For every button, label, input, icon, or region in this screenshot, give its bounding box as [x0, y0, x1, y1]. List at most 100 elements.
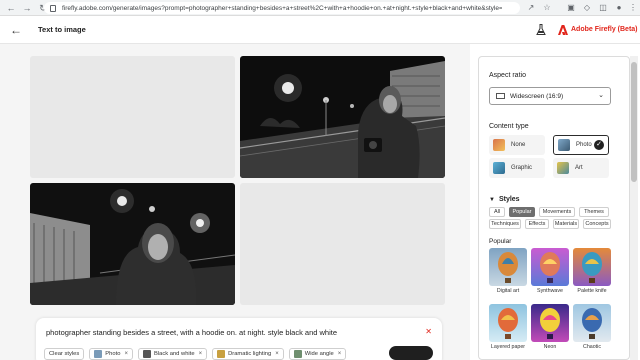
lighting-thumb-icon [217, 350, 226, 358]
widescreen-icon [496, 93, 505, 99]
style-card-digital-art[interactable]: Digital art [489, 248, 527, 294]
aspect-ratio-label: Aspect ratio [489, 72, 526, 79]
style-tab-all[interactable]: All [489, 207, 505, 217]
generate-button[interactable] [389, 346, 433, 360]
style-tab-movements[interactable]: Movements [539, 207, 575, 217]
content-type-label-text: Photo [576, 142, 592, 148]
tab-label: Popular [512, 209, 532, 215]
profile-icon[interactable]: ● [614, 3, 624, 13]
tab-label: All [493, 209, 501, 215]
chevron-down-icon: ⌄ [598, 92, 604, 99]
results-area: photographer standing besides a street, … [0, 44, 470, 360]
art-thumb-icon [557, 162, 569, 174]
style-caption: Digital art [496, 288, 520, 294]
style-card-chaotic[interactable]: Chaotic [573, 304, 611, 350]
chevron-down-icon: ▼ [489, 196, 495, 203]
tab-label: Effects [528, 221, 546, 227]
prompt-box: photographer standing besides a street, … [36, 318, 442, 360]
brand-name: Adobe Firefly (Beta) [571, 26, 638, 33]
chip-label: Wide angle [304, 351, 334, 357]
browser-forward-icon[interactable]: → [22, 3, 32, 13]
digital-art-thumb [489, 248, 527, 286]
scrollbar-thumb[interactable] [631, 62, 637, 182]
remove-chip-icon[interactable]: × [124, 351, 128, 357]
tab-label: Themes [584, 209, 604, 215]
extension-icon[interactable]: ▣ [566, 3, 576, 13]
panel-scrollbar[interactable] [630, 56, 638, 360]
aspect-ratio-value: Widescreen (16:9) [510, 92, 564, 100]
style-caption: Layered paper [490, 344, 526, 350]
sidebar-icon[interactable]: ◫ [598, 3, 608, 13]
aspect-ratio-select[interactable]: Widescreen (16:9) ⌄ [489, 87, 611, 105]
wide-angle-thumb-icon [293, 350, 302, 358]
bookmark-star-icon[interactable]: ☆ [542, 3, 552, 13]
tab-label: Techniques [491, 221, 519, 227]
chip-label: Clear styles [49, 351, 80, 357]
tab-label: Concepts [585, 221, 609, 227]
graphic-thumb-icon [493, 162, 505, 174]
style-tab-concepts[interactable]: Concepts [583, 219, 611, 229]
style-caption: Palette knife [577, 288, 607, 294]
beaker-icon[interactable] [536, 24, 546, 36]
style-chip-dramatic-lighting[interactable]: Dramatic lighting × [212, 348, 284, 360]
style-card-palette-knife[interactable]: Palette knife [573, 248, 611, 294]
synthwave-thumb [531, 248, 569, 286]
content-type-label-text: Graphic [511, 165, 533, 171]
address-bar[interactable]: firefly.adobe.com/generate/images?prompt… [44, 2, 520, 14]
photo-thumb-icon [94, 350, 103, 358]
clear-styles-button[interactable]: Clear styles [44, 348, 85, 360]
url-text: firefly.adobe.com/generate/images?prompt… [62, 4, 502, 12]
content-type-art[interactable]: Art [553, 158, 609, 178]
content-type-label-text: Art [575, 165, 583, 171]
clear-prompt-icon[interactable]: ✕ [425, 327, 432, 336]
popular-heading: Popular [489, 238, 512, 245]
style-caption: Synthwave [537, 288, 563, 294]
page-title: Text to image [38, 25, 86, 34]
style-tab-popular[interactable]: Popular [509, 207, 535, 217]
bw-thumb-icon [142, 350, 151, 358]
image-placeholder-4[interactable] [240, 183, 445, 305]
prompt-input[interactable]: photographer standing besides a street, … [46, 328, 337, 337]
style-card-layered-paper[interactable]: Layered paper [489, 304, 527, 350]
share-icon[interactable]: ↗ [526, 3, 536, 13]
none-thumb-icon [493, 139, 505, 151]
content-type-photo[interactable]: Photo ✓ [553, 135, 609, 155]
content-type-label: Content type [489, 123, 529, 130]
checkmark-icon: ✓ [594, 140, 604, 150]
generated-image-2[interactable] [240, 56, 445, 178]
style-caption: Chaotic [583, 344, 601, 350]
photo-thumb-icon [558, 139, 570, 151]
image-placeholder-1[interactable] [30, 56, 235, 178]
style-chip-photo[interactable]: Photo × [89, 348, 133, 360]
adobe-logo-icon [558, 25, 568, 35]
styles-section-toggle[interactable]: ▼ Styles [489, 196, 520, 203]
app-header: ← Text to image Adobe Firefly (Beta) [0, 16, 640, 44]
style-tab-materials[interactable]: Materials [553, 219, 579, 229]
lock-icon [50, 4, 56, 12]
style-caption: Neon [543, 344, 557, 350]
kebab-menu-icon[interactable]: ⋮ [628, 3, 638, 13]
content-type-none[interactable]: None [489, 135, 545, 155]
back-arrow-icon[interactable]: ← [10, 23, 24, 37]
settings-panel: Aspect ratio Widescreen (16:9) ⌄ Content… [478, 56, 630, 360]
style-card-neon[interactable]: Neon [531, 304, 569, 350]
content-type-graphic[interactable]: Graphic [489, 158, 545, 178]
layered-paper-thumb [489, 304, 527, 342]
content-type-label-text: None [511, 142, 526, 148]
style-tab-techniques[interactable]: Techniques [489, 219, 521, 229]
remove-chip-icon[interactable]: × [338, 351, 342, 357]
style-card-synthwave[interactable]: Synthwave [531, 248, 569, 294]
browser-back-icon[interactable]: ← [6, 3, 16, 13]
style-tab-themes[interactable]: Themes [579, 207, 609, 217]
tab-label: Materials [554, 221, 578, 227]
style-chip-wide-angle[interactable]: Wide angle × [288, 348, 347, 360]
palette-knife-thumb [573, 248, 611, 286]
style-tab-effects[interactable]: Effects [525, 219, 549, 229]
chip-label: Dramatic lighting [228, 351, 272, 357]
style-chip-black-and-white[interactable]: Black and white × [137, 348, 208, 360]
puzzle-icon[interactable]: ◇ [582, 3, 592, 13]
remove-chip-icon[interactable]: × [199, 351, 203, 357]
remove-chip-icon[interactable]: × [275, 351, 279, 357]
generated-image-3[interactable] [30, 183, 235, 305]
chaotic-thumb [573, 304, 611, 342]
